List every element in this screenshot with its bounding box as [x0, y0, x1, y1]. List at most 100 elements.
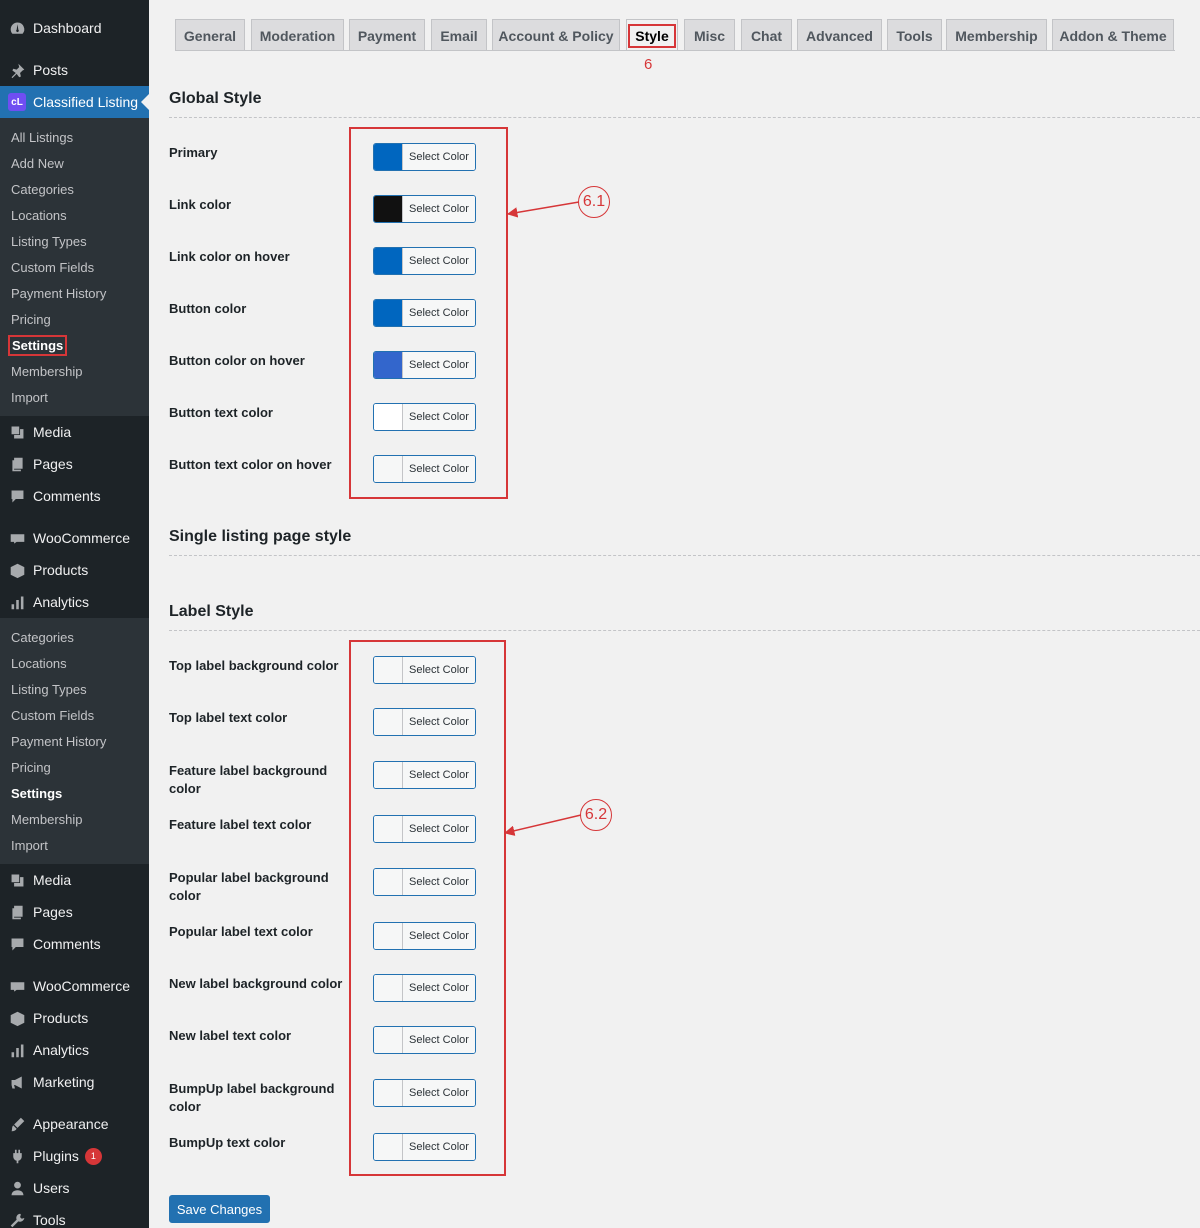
menu-item-pages[interactable]: Pages — [0, 896, 149, 928]
submenu-item-listing-types[interactable]: Listing Types — [0, 676, 149, 702]
submenu-item-payment-history[interactable]: Payment History — [0, 728, 149, 754]
menu-item-users[interactable]: Users — [0, 1172, 149, 1204]
submenu-item-categories[interactable]: Categories — [0, 624, 149, 650]
submenu-item-custom-fields[interactable]: Custom Fields — [0, 702, 149, 728]
appearance-icon — [7, 1114, 27, 1134]
menu-item-label: Media — [33, 424, 72, 440]
tab-tools[interactable]: Tools — [887, 19, 942, 51]
menu-item-label: Comments — [33, 936, 101, 952]
tools-icon — [7, 1210, 27, 1228]
admin-sidebar: Dashboard Posts cL Classified Listing All Li… — [0, 0, 149, 1228]
submenu-item-membership[interactable]: Membership — [0, 806, 149, 832]
pages-icon — [7, 902, 27, 922]
menu-item-label: Plugins — [33, 1148, 79, 1164]
tabs-divider — [175, 50, 1175, 51]
menu-item-woocommerce[interactable]: WooCommerce — [0, 522, 149, 554]
tab-payment[interactable]: Payment — [349, 19, 425, 51]
menu-item-pages[interactable]: Pages — [0, 448, 149, 480]
label-popular-label-text-color: Popular label text color — [169, 924, 313, 939]
menu-item-plugins[interactable]: Plugins 1 — [0, 1140, 149, 1172]
menu-item-products[interactable]: Products — [0, 1002, 149, 1034]
classified-listing-logo: cL — [7, 92, 27, 112]
submenu-item-pricing[interactable]: Pricing — [0, 306, 149, 332]
menu-item-label: Analytics — [33, 594, 90, 610]
divider — [169, 117, 1200, 118]
global-style-heading: Global Style — [169, 90, 262, 107]
menu-item-tools[interactable]: Tools — [0, 1204, 149, 1228]
submenu-item-locations[interactable]: Locations — [0, 650, 149, 676]
submenu-item-import[interactable]: Import — [0, 832, 149, 858]
comments-icon — [7, 934, 27, 954]
menu-item-marketing[interactable]: Marketing — [0, 1066, 149, 1098]
submenu: Categories Locations Listing Types Custom F… — [0, 618, 149, 864]
menu-item-woocommerce[interactable]: WooCommerce — [0, 970, 149, 1002]
menu-item-dashboard[interactable]: Dashboard — [0, 12, 149, 44]
menu-item-appearance[interactable]: Appearance — [0, 1108, 149, 1140]
submenu-item-payment-history[interactable]: Payment History — [0, 280, 149, 306]
submenu-item-membership[interactable]: Membership — [0, 358, 149, 384]
menu-item-posts[interactable]: Posts — [0, 54, 149, 86]
submenu-item-locations[interactable]: Locations — [0, 202, 149, 228]
media-icon — [7, 422, 27, 442]
label-new-label-background-color: New label background color — [169, 976, 343, 991]
pages-icon — [7, 454, 27, 474]
tab-account-policy[interactable]: Account & Policy — [492, 19, 620, 51]
settings-tabs: General Moderation Payment Email Account & P… — [175, 19, 1175, 51]
label-button-color-on-hover: Button color on hover — [169, 353, 305, 368]
menu-item-analytics[interactable]: Analytics — [0, 586, 149, 618]
menu-item-label: Pages — [33, 456, 73, 472]
highlight-box-global — [349, 127, 508, 499]
menu-item-products[interactable]: Products — [0, 554, 149, 586]
menu-item-label: Comments — [33, 488, 101, 504]
menu-item-comments[interactable]: Comments — [0, 928, 149, 960]
menu-item-media[interactable]: Media — [0, 416, 149, 448]
tab-email[interactable]: Email — [431, 19, 487, 51]
users-icon — [7, 1178, 27, 1198]
save-changes-button[interactable]: Save Changes — [169, 1195, 270, 1223]
label-primary: Primary — [169, 145, 218, 160]
annotation-6-1: 6.1 — [578, 186, 610, 218]
tab-addon-theme[interactable]: Addon & Theme — [1052, 19, 1174, 51]
arrow-6-2 — [503, 814, 582, 836]
menu-item-label: Dashboard — [33, 20, 102, 36]
submenu-item-settings[interactable]: Settings — [0, 780, 149, 806]
label-top-label-background-color: Top label background color — [169, 658, 339, 673]
update-count-badge: 1 — [84, 1147, 102, 1165]
submenu-item-settings[interactable]: Settings — [0, 332, 149, 358]
tab-advanced[interactable]: Advanced — [797, 19, 882, 51]
tab-style[interactable]: Style — [626, 19, 678, 51]
menu-item-label: Media — [33, 872, 72, 888]
pin-icon — [7, 60, 27, 80]
submenu-item-import[interactable]: Import — [0, 384, 149, 410]
woo-icon — [7, 976, 27, 996]
menu-item-classified-listing[interactable]: cL Classified Listing — [0, 86, 149, 118]
tab-general[interactable]: General — [175, 19, 245, 51]
menu-item-label: Posts — [33, 62, 69, 78]
submenu-item-categories[interactable]: Categories — [0, 176, 149, 202]
tab-misc[interactable]: Misc — [684, 19, 735, 51]
label-bumpup-label-background-color: BumpUp label background color — [169, 1081, 335, 1114]
submenu-item-all-listings[interactable]: All Listings — [0, 124, 149, 150]
comments-icon — [7, 486, 27, 506]
annotation-tab-number: 6 — [644, 56, 653, 73]
media-icon — [7, 870, 27, 890]
menu-item-label: WooCommerce — [33, 530, 130, 546]
menu-item-media[interactable]: Media — [0, 864, 149, 896]
label-button-text-color: Button text color — [169, 405, 273, 420]
highlight-box-label — [349, 640, 506, 1176]
label-bumpup-text-color: BumpUp text color — [169, 1135, 286, 1150]
woo-icon — [7, 528, 27, 548]
menu-item-comments[interactable]: Comments — [0, 480, 149, 512]
submenu-item-add-new[interactable]: Add New — [0, 150, 149, 176]
menu-item-analytics[interactable]: Analytics — [0, 1034, 149, 1066]
analytics-icon — [7, 1040, 27, 1060]
submenu-item-pricing[interactable]: Pricing — [0, 754, 149, 780]
tab-chat[interactable]: Chat — [741, 19, 792, 51]
tab-moderation[interactable]: Moderation — [251, 19, 344, 51]
label-top-label-text-color: Top label text color — [169, 710, 288, 725]
menu-item-label: Appearance — [33, 1116, 109, 1132]
submenu-item-listing-types[interactable]: Listing Types — [0, 228, 149, 254]
tab-membership[interactable]: Membership — [946, 19, 1047, 51]
submenu-item-custom-fields[interactable]: Custom Fields — [0, 254, 149, 280]
menu-item-label: Users — [33, 1180, 70, 1196]
